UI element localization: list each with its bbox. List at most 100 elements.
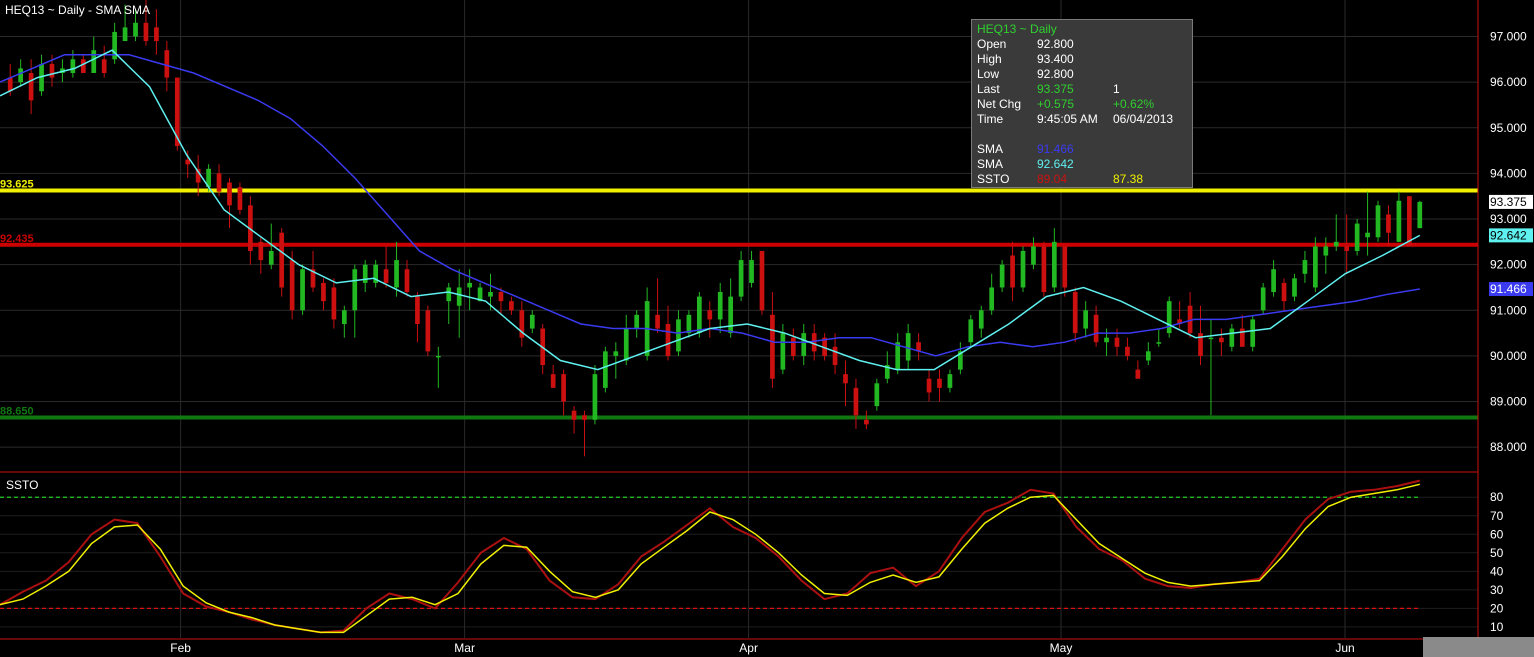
price-tick-label: 96.000 (1490, 75, 1527, 89)
candle-body (1406, 196, 1412, 247)
candle-body (268, 250, 274, 265)
candle-body (561, 374, 566, 402)
candle-body (133, 22, 138, 37)
info-row: Last 93.375 1 (977, 82, 1191, 97)
price-tick-label: 93.000 (1490, 212, 1527, 226)
candle-body (571, 410, 577, 420)
candlesticks (7, 0, 1423, 457)
candle-body (488, 292, 493, 297)
price-tick-label: 88.000 (1490, 440, 1527, 454)
info-row: SSTO 89.04 87.38 (977, 172, 1191, 187)
candle-body (592, 374, 598, 420)
candle-body (978, 310, 984, 329)
value-label-text: 92.642 (1490, 228, 1527, 242)
candle-body (738, 260, 744, 297)
time-tick-label: Mar (454, 641, 475, 655)
candle-body (1292, 278, 1297, 297)
info-row-value: 92.800 (1037, 37, 1074, 51)
info-row-label: SMA (977, 142, 1004, 156)
candle-body (1302, 260, 1308, 274)
candle-body (237, 187, 243, 210)
info-row-label: Net Chg (977, 97, 1022, 111)
candle-body (300, 269, 305, 311)
ssto-tick-label: 50 (1490, 546, 1504, 560)
ssto-tick-label: 40 (1490, 564, 1504, 578)
ssto-k-line (0, 479, 1421, 634)
candle-body (874, 383, 880, 407)
candle-body (154, 27, 159, 42)
candle-body (623, 328, 629, 361)
candle-body (790, 337, 796, 356)
candle-body (1020, 250, 1026, 288)
ssto-title: SSTO (6, 478, 39, 492)
level-label: 88.650 (0, 406, 34, 418)
ssto-d-line (0, 483, 1420, 634)
info-row-value: 93.400 (1037, 52, 1074, 66)
candle-body (1093, 314, 1099, 343)
candle-body (937, 378, 942, 388)
info-row (977, 127, 1191, 142)
candle-body (926, 378, 932, 393)
candle-body (1229, 328, 1235, 347)
candle-body (676, 319, 681, 352)
price-tick-label: 92.000 (1490, 258, 1527, 272)
time-tick-label: Feb (170, 641, 191, 655)
chart-title: HEQ13 ~ Daily - SMA SMA (5, 3, 151, 17)
candle-body (446, 287, 452, 302)
info-row-value: 89.04 (1037, 172, 1068, 186)
candle-body (415, 296, 420, 324)
candle-body (1313, 246, 1318, 288)
candle-body (717, 292, 723, 320)
candle-body (770, 314, 775, 379)
candle-body (1386, 214, 1391, 233)
info-row: Open 92.800 (977, 37, 1191, 52)
info-row-value2: +0.62% (1113, 97, 1155, 111)
horizontal-scrollbar[interactable] (1423, 637, 1534, 657)
info-row-value: +0.575 (1037, 97, 1075, 111)
candle-body (227, 182, 232, 206)
candle-body (1417, 201, 1423, 229)
candle-body (550, 374, 556, 388)
candle-body (613, 351, 619, 356)
candle-body (696, 296, 702, 334)
info-row: High 93.400 (977, 52, 1191, 67)
candle-body (498, 292, 504, 302)
level-label: 93.625 (0, 179, 34, 191)
candle-body (759, 250, 765, 311)
candle-body (801, 333, 807, 356)
quote-info-panel: HEQ13 ~ Daily Open 92.800 High 93.400 Low 92.… (971, 19, 1193, 188)
candle-body (947, 374, 953, 388)
price-tick-label: 90.000 (1490, 349, 1527, 363)
ssto-tick-label: 70 (1490, 509, 1504, 523)
candle-body (143, 22, 149, 42)
info-row-label: Low (977, 67, 1000, 81)
candle-body (1166, 301, 1172, 334)
axes: 88.000 89.000 90.000 91.000 92.000 93.000 94.0… (0, 0, 1533, 655)
candle-body (18, 68, 24, 83)
candle-body (404, 269, 410, 293)
candle-body (999, 264, 1005, 288)
info-row: Low 92.800 (977, 67, 1191, 82)
grid-lines (0, 0, 1478, 638)
candle-body (91, 50, 97, 74)
info-row-label: Open (977, 37, 1007, 51)
candle-body (1125, 346, 1130, 356)
candle-body (289, 260, 295, 311)
candle-body (1260, 287, 1266, 311)
ssto-tick-label: 60 (1490, 527, 1504, 541)
candle-body (686, 314, 692, 334)
candle-body (383, 269, 389, 283)
candle-body (258, 241, 264, 261)
info-row-value2: 1 (1113, 82, 1120, 96)
ssto-tick-label: 20 (1490, 601, 1504, 615)
candle-body (49, 63, 55, 78)
candle-body (832, 346, 838, 366)
candle-body (1083, 310, 1089, 329)
candle-body (509, 301, 514, 311)
info-row: Net Chg +0.575 +0.62% (977, 97, 1191, 112)
level-label: 92.435 (0, 233, 34, 245)
ssto-tick-label: 80 (1490, 490, 1504, 504)
candle-body (352, 269, 358, 311)
candle-body (425, 310, 431, 352)
candle-body (1062, 246, 1068, 288)
